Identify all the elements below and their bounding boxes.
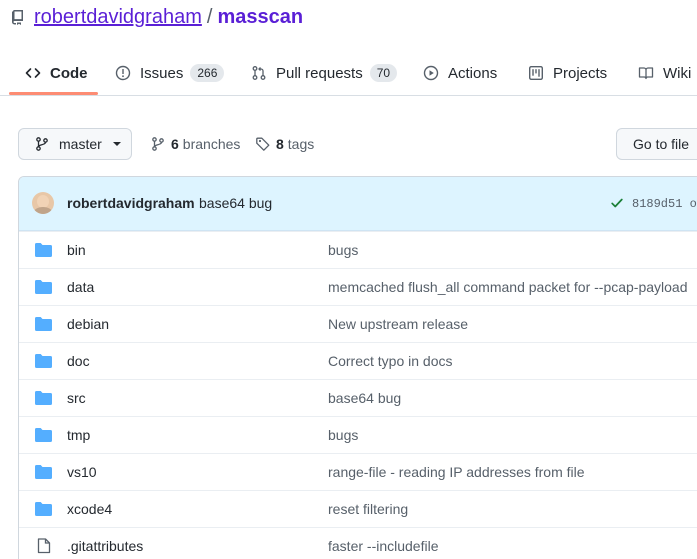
tab-actions[interactable]: Actions bbox=[422, 50, 497, 96]
folder-icon bbox=[35, 243, 52, 257]
file-commit-message-link[interactable]: New upstream release bbox=[328, 316, 468, 332]
book-icon bbox=[637, 64, 655, 82]
file-name-link[interactable]: debian bbox=[67, 316, 109, 332]
file-name-link[interactable]: src bbox=[67, 390, 86, 406]
file-name-link[interactable]: data bbox=[67, 279, 94, 295]
commit-sha: 8189d51 bbox=[632, 197, 683, 211]
commit-sha-tail: o bbox=[689, 197, 697, 211]
folder-icon bbox=[35, 428, 52, 442]
branch-icon bbox=[150, 136, 166, 152]
file-name-link[interactable]: .gitattributes bbox=[67, 538, 143, 554]
tab-label: Issues bbox=[140, 64, 184, 82]
go-to-file-button[interactable]: Go to file bbox=[616, 128, 697, 160]
branches-link[interactable]: 6 branches bbox=[150, 136, 240, 152]
file-name-link[interactable]: vs10 bbox=[67, 464, 97, 480]
branch-icon bbox=[34, 136, 50, 152]
tab-label: Projects bbox=[553, 64, 608, 82]
selected-tab-indicator bbox=[9, 92, 98, 95]
file-name-link[interactable]: xcode4 bbox=[67, 501, 112, 517]
folder-icon bbox=[35, 280, 52, 294]
code-icon bbox=[24, 64, 42, 82]
tab-issues[interactable]: Issues 266 bbox=[114, 50, 225, 96]
tags-count: 8 bbox=[276, 136, 284, 152]
file-commit-message-link[interactable]: bugs bbox=[328, 242, 358, 258]
file-name-link[interactable]: bin bbox=[67, 242, 86, 258]
branches-count: 6 bbox=[171, 136, 179, 152]
file-row[interactable]: bin bugs bbox=[19, 231, 697, 268]
repo-icon bbox=[10, 9, 26, 25]
folder-icon bbox=[35, 465, 52, 479]
tags-label: tags bbox=[287, 136, 315, 152]
branch-select-button[interactable]: master bbox=[18, 128, 132, 160]
check-icon[interactable] bbox=[610, 196, 624, 210]
file-row[interactable]: vs10 range-file - reading IP addresses fr… bbox=[19, 453, 697, 490]
file-commit-message-link[interactable]: bugs bbox=[328, 427, 358, 443]
pull-requests-counter: 70 bbox=[369, 64, 398, 82]
file-name-link[interactable]: tmp bbox=[67, 427, 90, 443]
repo-separator: / bbox=[206, 5, 213, 28]
commit-message-link[interactable]: base64 bug bbox=[199, 195, 272, 211]
folder-icon bbox=[35, 317, 52, 331]
folder-icon bbox=[35, 354, 52, 368]
file-commit-message-link[interactable]: Correct typo in docs bbox=[328, 353, 453, 369]
tab-pull-requests[interactable]: Pull requests 70 bbox=[250, 50, 398, 96]
issues-counter: 266 bbox=[190, 64, 225, 82]
file-row[interactable]: src base64 bug bbox=[19, 379, 697, 416]
tag-icon bbox=[255, 136, 271, 152]
branch-name: master bbox=[59, 136, 102, 152]
file-row[interactable]: debian New upstream release bbox=[19, 305, 697, 342]
file-row[interactable]: data memcached flush_all command packet f… bbox=[19, 268, 697, 305]
branches-label: branches bbox=[182, 136, 241, 152]
issue-icon bbox=[114, 64, 132, 82]
repo-name-link[interactable]: masscan bbox=[217, 6, 303, 29]
repo-header: robertdavidgraham / masscan bbox=[10, 4, 303, 30]
tab-label: Pull requests bbox=[276, 64, 363, 82]
file-row[interactable]: tmp bugs bbox=[19, 416, 697, 453]
folder-icon bbox=[35, 391, 52, 405]
file-commit-message-link[interactable]: reset filtering bbox=[328, 501, 408, 517]
avatar[interactable] bbox=[32, 192, 54, 214]
tab-label: Code bbox=[50, 64, 88, 82]
commit-author-link[interactable]: robertdavidgraham bbox=[67, 195, 195, 211]
file-row[interactable]: xcode4 reset filtering bbox=[19, 490, 697, 527]
tab-code[interactable]: Code bbox=[24, 50, 88, 96]
file-browser: robertdavidgraham base64 bug 8189d51 o b… bbox=[18, 176, 697, 559]
repo-owner-link[interactable]: robertdavidgraham bbox=[34, 6, 202, 29]
file-commit-message-link[interactable]: faster --includefile bbox=[328, 538, 439, 554]
file-icon bbox=[37, 538, 54, 554]
project-icon bbox=[527, 64, 545, 82]
commit-sha-link[interactable]: 8189d51 o bbox=[632, 197, 697, 211]
file-commit-message-link[interactable]: base64 bug bbox=[328, 390, 401, 406]
play-icon bbox=[422, 64, 440, 82]
file-row[interactable]: .gitattributes faster --includefile bbox=[19, 527, 697, 559]
latest-commit-bar: robertdavidgraham base64 bug 8189d51 o bbox=[19, 177, 697, 231]
file-commit-message-link[interactable]: range-file - reading IP addresses from f… bbox=[328, 464, 585, 480]
tab-label: Actions bbox=[448, 64, 498, 82]
file-commit-message-link[interactable]: memcached flush_all command packet for -… bbox=[328, 279, 688, 295]
file-name-link[interactable]: doc bbox=[67, 353, 90, 369]
tab-wiki[interactable]: Wiki bbox=[637, 50, 691, 96]
tab-projects[interactable]: Projects bbox=[527, 50, 607, 96]
tab-label: Wiki bbox=[663, 64, 692, 82]
repo-nav-tabs: Code Issues 266 Pull requests 70 Actions… bbox=[0, 50, 697, 96]
tags-link[interactable]: 8 tags bbox=[255, 136, 314, 152]
file-row[interactable]: doc Correct typo in docs bbox=[19, 342, 697, 379]
chevron-down-icon bbox=[112, 142, 121, 146]
pull-request-icon bbox=[250, 64, 268, 82]
folder-icon bbox=[35, 502, 52, 516]
